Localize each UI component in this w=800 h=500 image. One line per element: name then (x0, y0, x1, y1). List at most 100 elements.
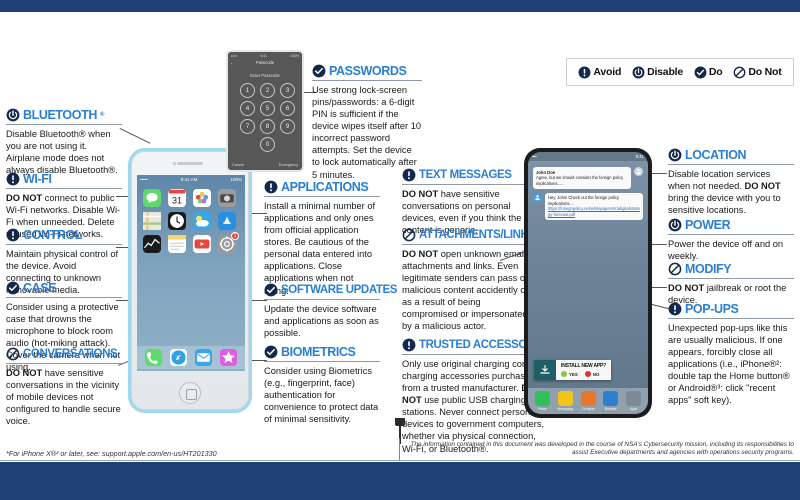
check-icon (264, 283, 278, 297)
download-icon (534, 360, 556, 380)
keypad-key-4[interactable]: 4 (240, 101, 255, 116)
apps-dock-label: Apps (629, 407, 638, 411)
legend-label-do: Do (708, 66, 723, 78)
browser-dock-icon[interactable] (603, 391, 619, 406)
section-power-header: POWER (668, 218, 794, 232)
messaging-dock-icon[interactable] (557, 391, 573, 406)
section-software-updates-title: SOFTWARE UPDATES (281, 284, 398, 296)
popup-yes-label: YES (569, 371, 578, 377)
exclamation-icon (264, 180, 278, 194)
section-biometrics: BIOMETRICS Consider using Biometrics (e.… (264, 345, 380, 425)
notes-app-icon[interactable] (168, 235, 186, 253)
android-screen: ••• 9:41 John Doe Agree, but we should c… (528, 152, 648, 414)
section-attachments-links-body: DO NOT open unknown email attachments an… (402, 248, 534, 333)
disclaimer: The information contained in this docume… (410, 440, 794, 457)
keypad-key-3[interactable]: 3 (280, 83, 295, 98)
status-battery: 100% (230, 177, 242, 182)
divider (668, 164, 794, 165)
iphone-dock (137, 346, 245, 369)
message-outgoing: Hey, John! Check out the foreign policy … (533, 192, 643, 220)
browser-dock-item[interactable]: Browser (603, 391, 619, 411)
lockscreen-footer: Cancel Emergency (228, 163, 302, 167)
app-store-app-icon[interactable] (218, 212, 236, 230)
prohibition-icon (733, 66, 746, 79)
popup-body: INSTALL NEW APP? YES NO (556, 360, 612, 380)
photos-app-icon[interactable] (193, 189, 211, 207)
clock-app-icon[interactable] (168, 212, 186, 230)
status-signal: ••• (532, 154, 537, 159)
keypad-key-1[interactable]: 1 (240, 83, 255, 98)
section-software-updates: SOFTWARE UPDATES Update the device softw… (264, 283, 397, 339)
phone-dock-icon[interactable] (534, 391, 550, 406)
maps-app-icon[interactable] (143, 212, 161, 230)
calendar-app-icon[interactable]: 31 (168, 189, 186, 207)
popup-yes-button[interactable]: YES (561, 371, 578, 377)
status-time: 9:41 (635, 154, 644, 159)
legend-item-avoid: Avoid (578, 66, 621, 79)
keypad-key-5[interactable]: 5 (260, 101, 275, 116)
section-text-messages-title: TEXT MESSAGES (419, 169, 512, 181)
section-text-messages-header: TEXT MESSAGES (402, 168, 534, 182)
section-attachments-links-title: ATTACHMENTS/LINKS (419, 229, 536, 241)
browser-dock-label: Browser (605, 407, 617, 411)
home-button[interactable] (179, 382, 201, 404)
power-icon (632, 66, 645, 79)
stocks-app-icon[interactable] (143, 235, 161, 253)
footnote: *For iPhone X®² or later, see: support.a… (6, 449, 217, 458)
legend-item-do: Do (694, 66, 723, 79)
safari-dock-icon[interactable] (170, 349, 187, 366)
keypad-key-6[interactable]: 6 (280, 101, 295, 116)
section-power-body: Power the device off and on weekly. (668, 239, 784, 262)
section-power: POWER Power the device off and on weekly… (668, 218, 794, 262)
apps-dock-item[interactable]: Apps (626, 391, 642, 411)
phone-dock-item[interactable]: Phone (534, 391, 550, 411)
cancel-button[interactable]: Cancel (232, 163, 244, 167)
youtube-app-icon[interactable] (193, 235, 211, 253)
malicious-link[interactable]: https://foriegnpolicy.net/whitepapers/tr… (548, 206, 640, 217)
exclamation-icon (6, 172, 20, 186)
avatar (634, 167, 643, 176)
divider (312, 80, 422, 81)
keypad-key-9[interactable]: 9 (280, 119, 295, 134)
messaging-dock-item[interactable]: Messaging (557, 391, 573, 411)
footer-vertical-divider (399, 438, 400, 460)
mail-dock-icon[interactable] (195, 349, 212, 366)
photos-dock-icon[interactable] (220, 349, 237, 366)
weather-app-icon[interactable] (193, 212, 211, 230)
section-applications: APPLICATIONS Install a minimal number of… (264, 180, 380, 297)
keypad-key-8[interactable]: 8 (260, 119, 275, 134)
legend-label-avoid: Avoid (593, 66, 622, 78)
legend-label-disable: Disable (647, 66, 684, 78)
section-modify-header: MODIFY (668, 262, 794, 276)
section-conversations-bold: DO NOT (6, 368, 43, 378)
popup-no-button[interactable]: NO (584, 371, 599, 377)
contacts-dock-label: Contacts (581, 407, 595, 411)
status-signal: ••••• (231, 53, 238, 58)
contacts-dock-icon[interactable] (580, 391, 596, 406)
passcode-keypad: 1 2 3 4 5 6 7 8 9 0 (228, 78, 302, 152)
section-passwords-header: PASSWORDS (312, 64, 422, 78)
contacts-dock-item[interactable]: Contacts (580, 391, 596, 411)
messages-app-icon[interactable] (143, 189, 161, 207)
phone-dock-icon[interactable] (145, 349, 162, 366)
keypad-key-7[interactable]: 7 (240, 119, 255, 134)
emergency-button[interactable]: Emergency (279, 163, 298, 167)
bottom-bar (0, 462, 800, 500)
lockscreen-title: Passcode (255, 60, 275, 65)
camera-app-icon[interactable] (218, 189, 236, 207)
connector-bluetooth (119, 128, 151, 144)
back-icon[interactable]: ‹ (231, 61, 233, 66)
install-app-popup[interactable]: INSTALL NEW APP? YES NO (534, 360, 612, 380)
divider (264, 361, 380, 362)
keypad-key-2[interactable]: 2 (260, 83, 275, 98)
divider (264, 196, 380, 197)
iphone-screen: ••••• 9:41 AM 100% 31 1 (137, 175, 245, 371)
power-icon (668, 148, 682, 162)
message-incoming: John Doe Agree, but we should consider t… (533, 167, 643, 189)
android-device: ••• 9:41 John Doe Agree, but we should c… (524, 148, 652, 418)
loc-bold: DO NOT (744, 181, 781, 192)
apps-dock-icon[interactable] (626, 391, 642, 406)
section-bluetooth-sup: ® (99, 112, 104, 118)
keypad-key-0[interactable]: 0 (260, 137, 275, 152)
settings-app-icon[interactable]: 1 (218, 232, 239, 253)
